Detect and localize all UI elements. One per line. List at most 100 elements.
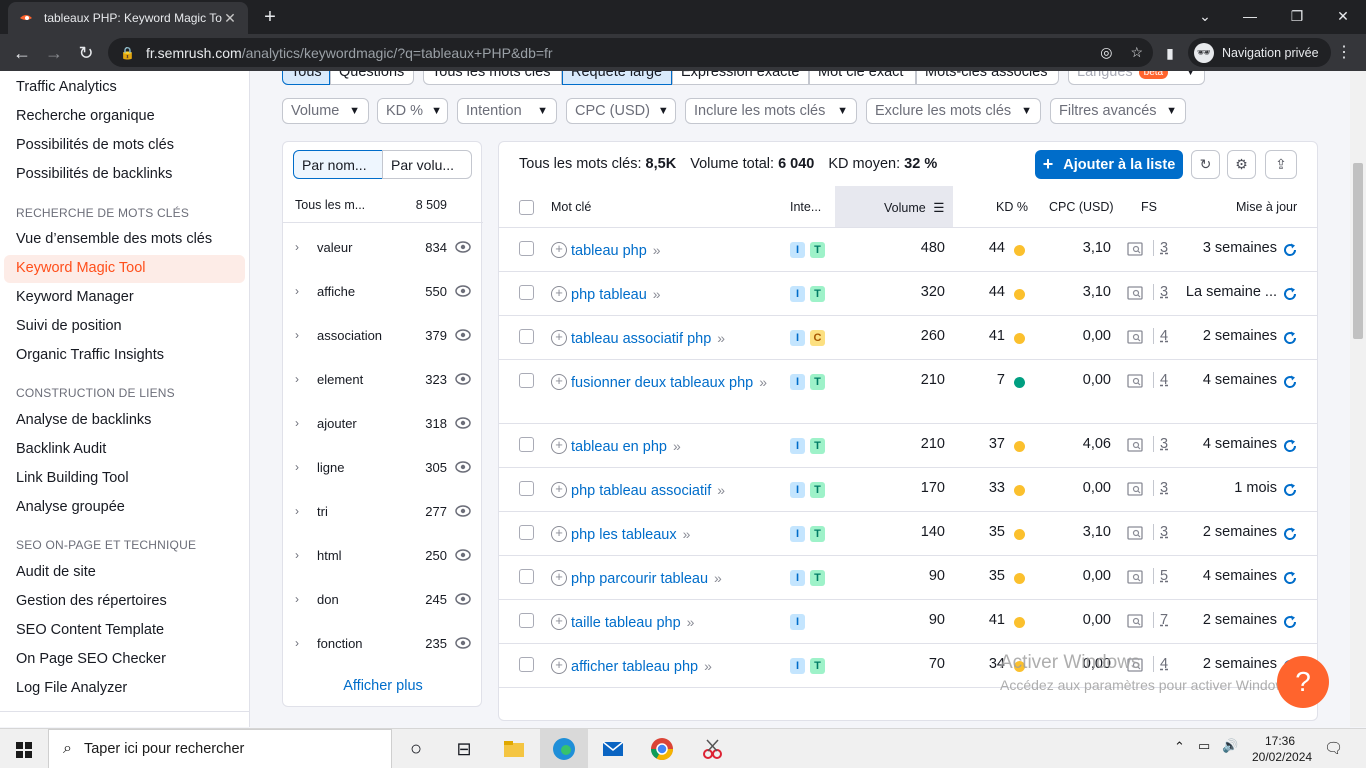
filter-kd[interactable]: KD % ▼ [377,98,448,124]
new-tab-icon[interactable]: + [258,6,282,30]
taskbar-clock[interactable]: 17:36 20/02/2024 [1252,733,1312,765]
keyword-details-chevron-icon[interactable]: » [759,374,767,390]
refresh-button[interactable]: ↻ [1191,150,1220,179]
sidebar-item-on-page-seo-checker[interactable]: On Page SEO Checker [16,651,166,667]
eye-icon[interactable] [455,285,471,297]
eye-icon[interactable] [455,549,471,561]
export-button[interactable]: ⇪ [1265,150,1297,179]
add-to-list-button[interactable]: + Ajouter à la liste [1035,150,1183,179]
col-cpc[interactable]: CPC (USD) [1049,200,1114,214]
add-keyword-icon[interactable]: + [551,374,567,390]
serp-features-count[interactable]: 4 [1153,656,1168,672]
bookmark-star-icon[interactable]: ☆ [1130,44,1143,61]
keyword-link[interactable]: fusionner deux tableaux php [571,375,753,391]
group-row[interactable]: › html 250 [295,544,471,566]
windows-start-icon[interactable] [10,735,38,763]
add-keyword-icon[interactable]: + [551,658,567,674]
sidebar-item-log-file-analyzer[interactable]: Log File Analyzer [16,680,127,696]
side-panel-icon[interactable]: ▮ [1158,41,1182,65]
keyword-link[interactable]: afficher tableau php [571,659,698,675]
add-keyword-icon[interactable]: + [551,526,567,542]
group-row[interactable]: › ligne 305 [295,456,471,478]
browser-menu-icon[interactable]: ⋮ [1336,42,1352,62]
row-checkbox[interactable] [519,657,534,672]
eye-icon[interactable] [455,329,471,341]
sidebar-item-site-audit[interactable]: Audit de site [16,564,96,580]
refresh-row-icon[interactable] [1282,482,1298,498]
page-scrollbar[interactable] [1350,71,1366,727]
serp-features-icon[interactable] [1127,330,1143,344]
group-row[interactable]: › association 379 [295,324,471,346]
group-row[interactable]: › valeur 834 [295,236,471,258]
taskbar-search[interactable]: ⌕ Taper ici pour rechercher [48,729,392,768]
keyword-link[interactable]: php les tableaux [571,527,677,543]
edge-icon[interactable] [550,735,578,763]
back-icon[interactable]: ← [10,41,34,65]
serp-features-icon[interactable] [1127,570,1143,584]
sidebar-item-backlink-audit[interactable]: Backlink Audit [16,441,106,457]
eye-icon[interactable] [455,461,471,473]
keyword-link[interactable]: php parcourir tableau [571,571,708,587]
groups-tab-by-name[interactable]: Par nom... [293,150,383,179]
col-fs[interactable]: FS [1141,200,1157,214]
add-keyword-icon[interactable]: + [551,570,567,586]
serp-features-count[interactable]: 3 [1153,480,1168,496]
add-keyword-icon[interactable]: + [551,330,567,346]
row-checkbox[interactable] [519,525,534,540]
tracking-blocked-icon[interactable]: ◎ [1100,44,1112,61]
keyword-details-chevron-icon[interactable]: » [653,286,661,302]
sidebar-item-traffic-analytics[interactable]: Traffic Analytics [16,79,117,95]
serp-features-icon[interactable] [1127,242,1143,256]
tab-close-icon[interactable]: ✕ [222,10,238,27]
col-kd[interactable]: KD % [996,200,1028,214]
group-row[interactable]: › fonction 235 [295,632,471,654]
serp-features-count[interactable]: 4 [1153,372,1168,388]
serp-features-count[interactable]: 3 [1153,436,1168,452]
keyword-details-chevron-icon[interactable]: » [683,526,691,542]
keyword-details-chevron-icon[interactable]: » [717,482,725,498]
keyword-details-chevron-icon[interactable]: » [714,570,722,586]
sidebar-item-bulk-analysis[interactable]: Analyse groupée [16,499,125,515]
serp-features-count[interactable]: 5 [1153,568,1168,584]
row-checkbox[interactable] [519,613,534,628]
sidebar-item-backlink-analytics[interactable]: Analyse de backlinks [16,412,151,428]
add-keyword-icon[interactable]: + [551,286,567,302]
segment-questions[interactable]: Questions [330,71,414,85]
languages-dropdown[interactable]: Langues beta ▼ [1068,71,1205,85]
refresh-row-icon[interactable] [1282,286,1298,302]
groups-tab-by-volume[interactable]: Par volu... [382,150,472,179]
incognito-badge[interactable]: 🕶 Navigation privée [1188,38,1331,67]
cortana-icon[interactable]: ○ [402,735,430,763]
row-checkbox[interactable] [519,437,534,452]
group-row[interactable]: › ajouter 318 [295,412,471,434]
serp-features-count[interactable]: 3 [1153,284,1168,300]
sidebar-item-keyword-gap[interactable]: Possibilités de mots clés [16,137,174,153]
group-row[interactable]: › affiche 550 [295,280,471,302]
address-bar[interactable]: 🔒 fr.semrush.com/analytics/keywordmagic/… [108,38,1153,67]
tab-search-icon[interactable]: ⌄ [1193,6,1217,26]
filter-advanced[interactable]: Filtres avancés ▼ [1050,98,1186,124]
add-keyword-icon[interactable]: + [551,438,567,454]
refresh-row-icon[interactable] [1282,438,1298,454]
serp-features-icon[interactable] [1127,482,1143,496]
segment-exact-match[interactable]: Mot clé exact [809,71,916,85]
row-checkbox[interactable] [519,481,534,496]
eye-icon[interactable] [455,593,471,605]
sidebar-item-keyword-overview[interactable]: Vue d’ensemble des mots clés [16,231,212,247]
filter-volume[interactable]: Volume ▼ [282,98,369,124]
row-checkbox[interactable] [519,241,534,256]
refresh-row-icon[interactable] [1282,526,1298,542]
snipping-tool-icon[interactable] [698,735,726,763]
reload-icon[interactable]: ↻ [74,41,98,65]
sidebar-item-organic-research[interactable]: Recherche organique [16,108,155,124]
serp-features-count[interactable]: 3 [1153,240,1168,256]
restore-icon[interactable]: ❐ [1285,6,1309,26]
sidebar-item-organic-traffic-insights[interactable]: Organic Traffic Insights [16,347,164,363]
keyword-link[interactable]: taille tableau php [571,615,681,631]
forward-icon[interactable]: → [42,41,66,65]
minimize-icon[interactable]: — [1238,6,1262,26]
sidebar-item-backlink-gap[interactable]: Possibilités de backlinks [16,166,172,182]
volume-icon[interactable]: 🔊 [1222,738,1238,754]
keyword-details-chevron-icon[interactable]: » [687,614,695,630]
serp-features-icon[interactable] [1127,438,1143,452]
